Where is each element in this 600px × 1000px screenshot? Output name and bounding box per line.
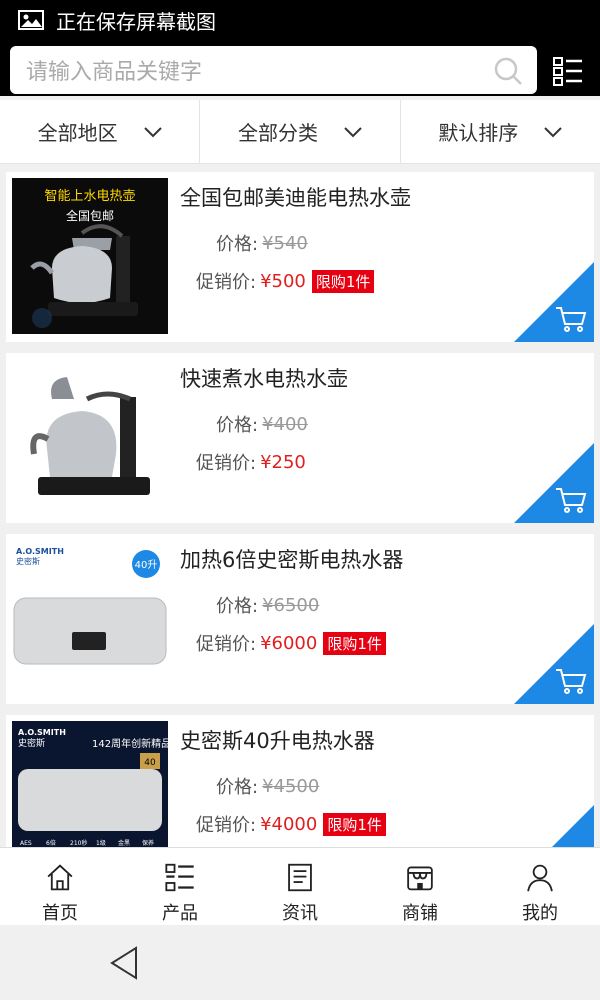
- tab-news[interactable]: 资讯: [240, 848, 360, 925]
- price-row: 价格: ¥540: [216, 230, 308, 256]
- list-menu-icon[interactable]: [553, 56, 583, 86]
- product-title[interactable]: 快速煮水电热水壶: [180, 363, 348, 393]
- product-list: 智能上水电热壶 全国包邮 全国包邮美迪能电热水壶 价格: ¥540 促销价: ¥…: [0, 172, 600, 847]
- thumb-text: 40升: [135, 559, 158, 571]
- thumb-text: 史密斯: [16, 556, 40, 566]
- thumb-text: 6倍: [46, 839, 56, 847]
- filter-sort[interactable]: 默认排序: [401, 100, 600, 163]
- tab-products[interactable]: 产品: [120, 848, 240, 925]
- add-to-cart-button[interactable]: [514, 443, 594, 523]
- chevron-down-icon: [143, 126, 162, 137]
- original-price: ¥400: [262, 413, 308, 435]
- filter-region[interactable]: 全部地区: [0, 100, 201, 163]
- filter-label: 全部地区: [37, 121, 118, 145]
- product-card[interactable]: A.O.SMITH 史密斯 40升 加热6倍史密斯电热水器 价格: ¥6500 …: [6, 534, 594, 704]
- promo-row: 促销价: ¥4000 限购1件: [196, 811, 386, 837]
- add-to-cart-button[interactable]: [514, 262, 594, 342]
- price-label: 价格:: [216, 234, 259, 255]
- thumb-text: 210秒: [70, 839, 87, 847]
- thumb-text: 1级: [96, 839, 106, 847]
- original-price: ¥6500: [262, 594, 320, 616]
- tab-label: 商铺: [402, 903, 438, 924]
- product-title[interactable]: 加热6倍史密斯电热水器: [180, 544, 403, 574]
- tab-shop[interactable]: 商铺: [360, 848, 480, 925]
- tab-label: 我的: [522, 903, 558, 924]
- filter-bar: 全部地区 全部分类 默认排序: [0, 100, 600, 164]
- product-title[interactable]: 史密斯40升电热水器: [180, 725, 375, 755]
- status-text: 正在保存屏幕截图: [56, 9, 216, 34]
- product-card[interactable]: 快速煮水电热水壶 价格: ¥400 促销价: ¥250: [6, 353, 594, 523]
- tab-home[interactable]: 首页: [0, 848, 120, 925]
- promo-row: 促销价: ¥500 限购1件: [196, 268, 375, 294]
- add-to-cart-button[interactable]: [514, 805, 594, 847]
- limit-badge: 限购1件: [323, 812, 386, 836]
- product-card[interactable]: A.O.SMITH 史密斯 142周年创新精品 40 AES 节能 6倍 热水 …: [6, 715, 594, 847]
- chevron-down-icon: [544, 126, 563, 137]
- back-triangle-icon[interactable]: [108, 945, 140, 981]
- shop-icon: [407, 866, 433, 891]
- limit-badge: 限购1件: [311, 269, 375, 293]
- home-icon: [47, 864, 73, 891]
- thumb-text: 金黑: [118, 839, 130, 847]
- product-title[interactable]: 全国包邮美迪能电热水壶: [180, 182, 411, 212]
- search-input[interactable]: 请输入商品关键字: [10, 46, 537, 94]
- price-label: 价格:: [216, 596, 259, 617]
- tab-label: 资讯: [282, 903, 318, 924]
- promo-label: 促销价:: [196, 634, 257, 655]
- thumb-text: 史密斯: [18, 737, 45, 749]
- filter-label: 默认排序: [438, 121, 519, 145]
- promo-price: ¥250: [260, 451, 306, 473]
- search-bar: 请输入商品关键字: [0, 40, 600, 96]
- promo-price: ¥500: [260, 270, 306, 292]
- original-price: ¥540: [262, 232, 308, 254]
- promo-price: ¥4000: [260, 813, 318, 835]
- product-image: [12, 359, 168, 515]
- thumb-text: 142周年创新精品: [92, 737, 168, 750]
- limit-badge: 限购1件: [323, 631, 386, 655]
- add-to-cart-button[interactable]: [514, 624, 594, 704]
- search-placeholder: 请输入商品关键字: [26, 60, 203, 85]
- tab-label: 产品: [162, 903, 198, 924]
- tab-mine[interactable]: 我的: [480, 848, 600, 925]
- thumb-text: 智能上水电热壶: [44, 189, 135, 204]
- product-image: A.O.SMITH 史密斯 142周年创新精品 40 AES 节能 6倍 热水 …: [12, 721, 168, 847]
- thumb-text: 40: [144, 758, 156, 768]
- price-row: 价格: ¥400: [216, 411, 308, 437]
- thumb-text: A.O.SMITH: [16, 547, 64, 556]
- system-nav-bar: [0, 925, 600, 1000]
- product-image: 智能上水电热壶 全国包邮: [12, 178, 168, 334]
- price-row: 价格: ¥6500: [216, 592, 319, 618]
- thumb-text: AES: [20, 840, 32, 847]
- product-image: A.O.SMITH 史密斯 40升: [12, 540, 168, 696]
- news-icon: [288, 863, 312, 892]
- promo-row: 促销价: ¥6000 限购1件: [196, 630, 386, 656]
- promo-label: 促销价:: [196, 453, 257, 474]
- status-bar: 正在保存屏幕截图: [0, 0, 600, 40]
- promo-row: 促销价: ¥250: [196, 449, 306, 475]
- thumb-text: 保养: [142, 839, 154, 847]
- price-label: 价格:: [216, 415, 259, 436]
- list-icon: [165, 863, 194, 892]
- filter-category[interactable]: 全部分类: [200, 100, 401, 163]
- original-price: ¥4500: [262, 775, 320, 797]
- promo-price: ¥6000: [260, 632, 318, 654]
- search-icon[interactable]: [493, 56, 523, 86]
- filter-label: 全部分类: [237, 121, 318, 145]
- product-card[interactable]: 智能上水电热壶 全国包邮 全国包邮美迪能电热水壶 价格: ¥540 促销价: ¥…: [6, 172, 594, 342]
- price-label: 价格:: [216, 777, 259, 798]
- tab-label: 首页: [42, 903, 78, 924]
- chevron-down-icon: [344, 126, 362, 137]
- bottom-tab-bar: 首页 产品 资讯 商铺 我的: [0, 847, 600, 925]
- thumb-text: 全国包邮: [66, 208, 114, 223]
- price-row: 价格: ¥4500: [216, 773, 319, 799]
- thumb-text: A.O.SMITH: [18, 728, 66, 737]
- user-icon: [527, 864, 553, 892]
- promo-label: 促销价:: [196, 272, 257, 293]
- promo-label: 促销价:: [196, 815, 257, 836]
- image-icon: [18, 10, 44, 30]
